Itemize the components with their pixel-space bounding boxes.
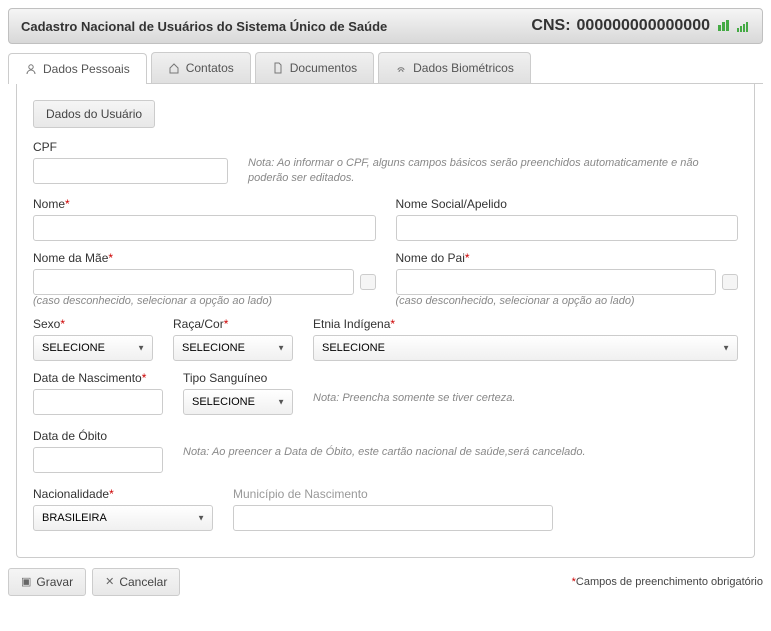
- nome-mae-label: Nome da Mãe*: [33, 251, 376, 265]
- data-obito-note: Nota: Ao preencer a Data de Óbito, este …: [183, 445, 586, 460]
- tab-label: Dados Biométricos: [413, 61, 514, 75]
- nome-input[interactable]: [33, 215, 376, 241]
- sexo-select[interactable]: SELECIONE: [33, 335, 153, 361]
- tab-label: Documentos: [290, 61, 357, 75]
- cancel-icon: ✕: [105, 575, 114, 588]
- data-nascimento-label: Data de Nascimento*: [33, 371, 163, 385]
- etnia-indigena-select[interactable]: SELECIONE: [313, 335, 738, 361]
- data-obito-input[interactable]: [33, 447, 163, 473]
- signal-bars-icon: [736, 17, 750, 35]
- sexo-label: Sexo*: [33, 317, 153, 331]
- tab-dados-pessoais[interactable]: Dados Pessoais: [8, 53, 147, 84]
- data-nascimento-input[interactable]: [33, 389, 163, 415]
- municipio-nascimento-input[interactable]: [233, 505, 553, 531]
- tab-dados-biometricos[interactable]: Dados Biométricos: [378, 52, 531, 83]
- save-icon: ▣: [21, 575, 31, 588]
- etnia-indigena-label: Etnia Indígena*: [313, 317, 738, 331]
- tab-bar: Dados Pessoais Contatos Documentos Dados…: [8, 52, 763, 84]
- nome-social-input[interactable]: [396, 215, 739, 241]
- municipio-nascimento-label: Município de Nascimento: [233, 487, 553, 501]
- required-fields-note: **Campos de preenchimento obrigatórioCam…: [572, 576, 763, 588]
- page-title: Cadastro Nacional de Usuários do Sistema…: [21, 19, 387, 34]
- nome-pai-hint: (caso desconhecido, selecionar a opção a…: [396, 295, 739, 307]
- tab-label: Contatos: [186, 61, 234, 75]
- cpf-input[interactable]: [33, 158, 228, 184]
- data-obito-label: Data de Óbito: [33, 429, 163, 443]
- nacionalidade-label: Nacionalidade*: [33, 487, 213, 501]
- tipo-sanguineo-select[interactable]: SELECIONE: [183, 389, 293, 415]
- tab-documentos[interactable]: Documentos: [255, 52, 374, 83]
- fingerprint-icon: [395, 62, 407, 74]
- tab-label: Dados Pessoais: [43, 62, 130, 76]
- dados-usuario-button[interactable]: Dados do Usuário: [33, 100, 155, 128]
- nome-pai-unknown-checkbox[interactable]: [722, 274, 738, 290]
- nome-label: Nome*: [33, 197, 376, 211]
- nome-mae-input[interactable]: [33, 269, 354, 295]
- cpf-note: Nota: Ao informar o CPF, alguns campos b…: [248, 156, 738, 187]
- cancelar-button[interactable]: ✕ Cancelar: [92, 568, 180, 596]
- form-panel: Dados do Usuário CPF Nota: Ao informar o…: [16, 84, 755, 558]
- nome-pai-label: Nome do Pai*: [396, 251, 739, 265]
- cns-value: 000000000000000: [577, 17, 710, 35]
- tab-contatos[interactable]: Contatos: [151, 52, 251, 83]
- home-icon: [168, 62, 180, 74]
- nome-mae-unknown-checkbox[interactable]: [360, 274, 376, 290]
- status-icon-green: [716, 17, 730, 35]
- tipo-sanguineo-label: Tipo Sanguíneo: [183, 371, 293, 385]
- nome-social-label: Nome Social/Apelido: [396, 197, 739, 211]
- nome-pai-input[interactable]: [396, 269, 717, 295]
- document-icon: [272, 62, 284, 74]
- footer-bar: ▣ Gravar ✕ Cancelar **Campos de preenchi…: [8, 568, 763, 596]
- raca-cor-label: Raça/Cor*: [173, 317, 293, 331]
- nacionalidade-select[interactable]: BRASILEIRA: [33, 505, 213, 531]
- cns-label: CNS:: [531, 17, 570, 35]
- cpf-label: CPF: [33, 140, 228, 154]
- header-bar: Cadastro Nacional de Usuários do Sistema…: [8, 8, 763, 44]
- nome-mae-hint: (caso desconhecido, selecionar a opção a…: [33, 295, 376, 307]
- cns-display: CNS: 000000000000000: [531, 17, 750, 35]
- tipo-sanguineo-note: Nota: Preencha somente se tiver certeza.: [313, 391, 515, 406]
- raca-cor-select[interactable]: SELECIONE: [173, 335, 293, 361]
- gravar-button[interactable]: ▣ Gravar: [8, 568, 86, 596]
- person-icon: [25, 63, 37, 75]
